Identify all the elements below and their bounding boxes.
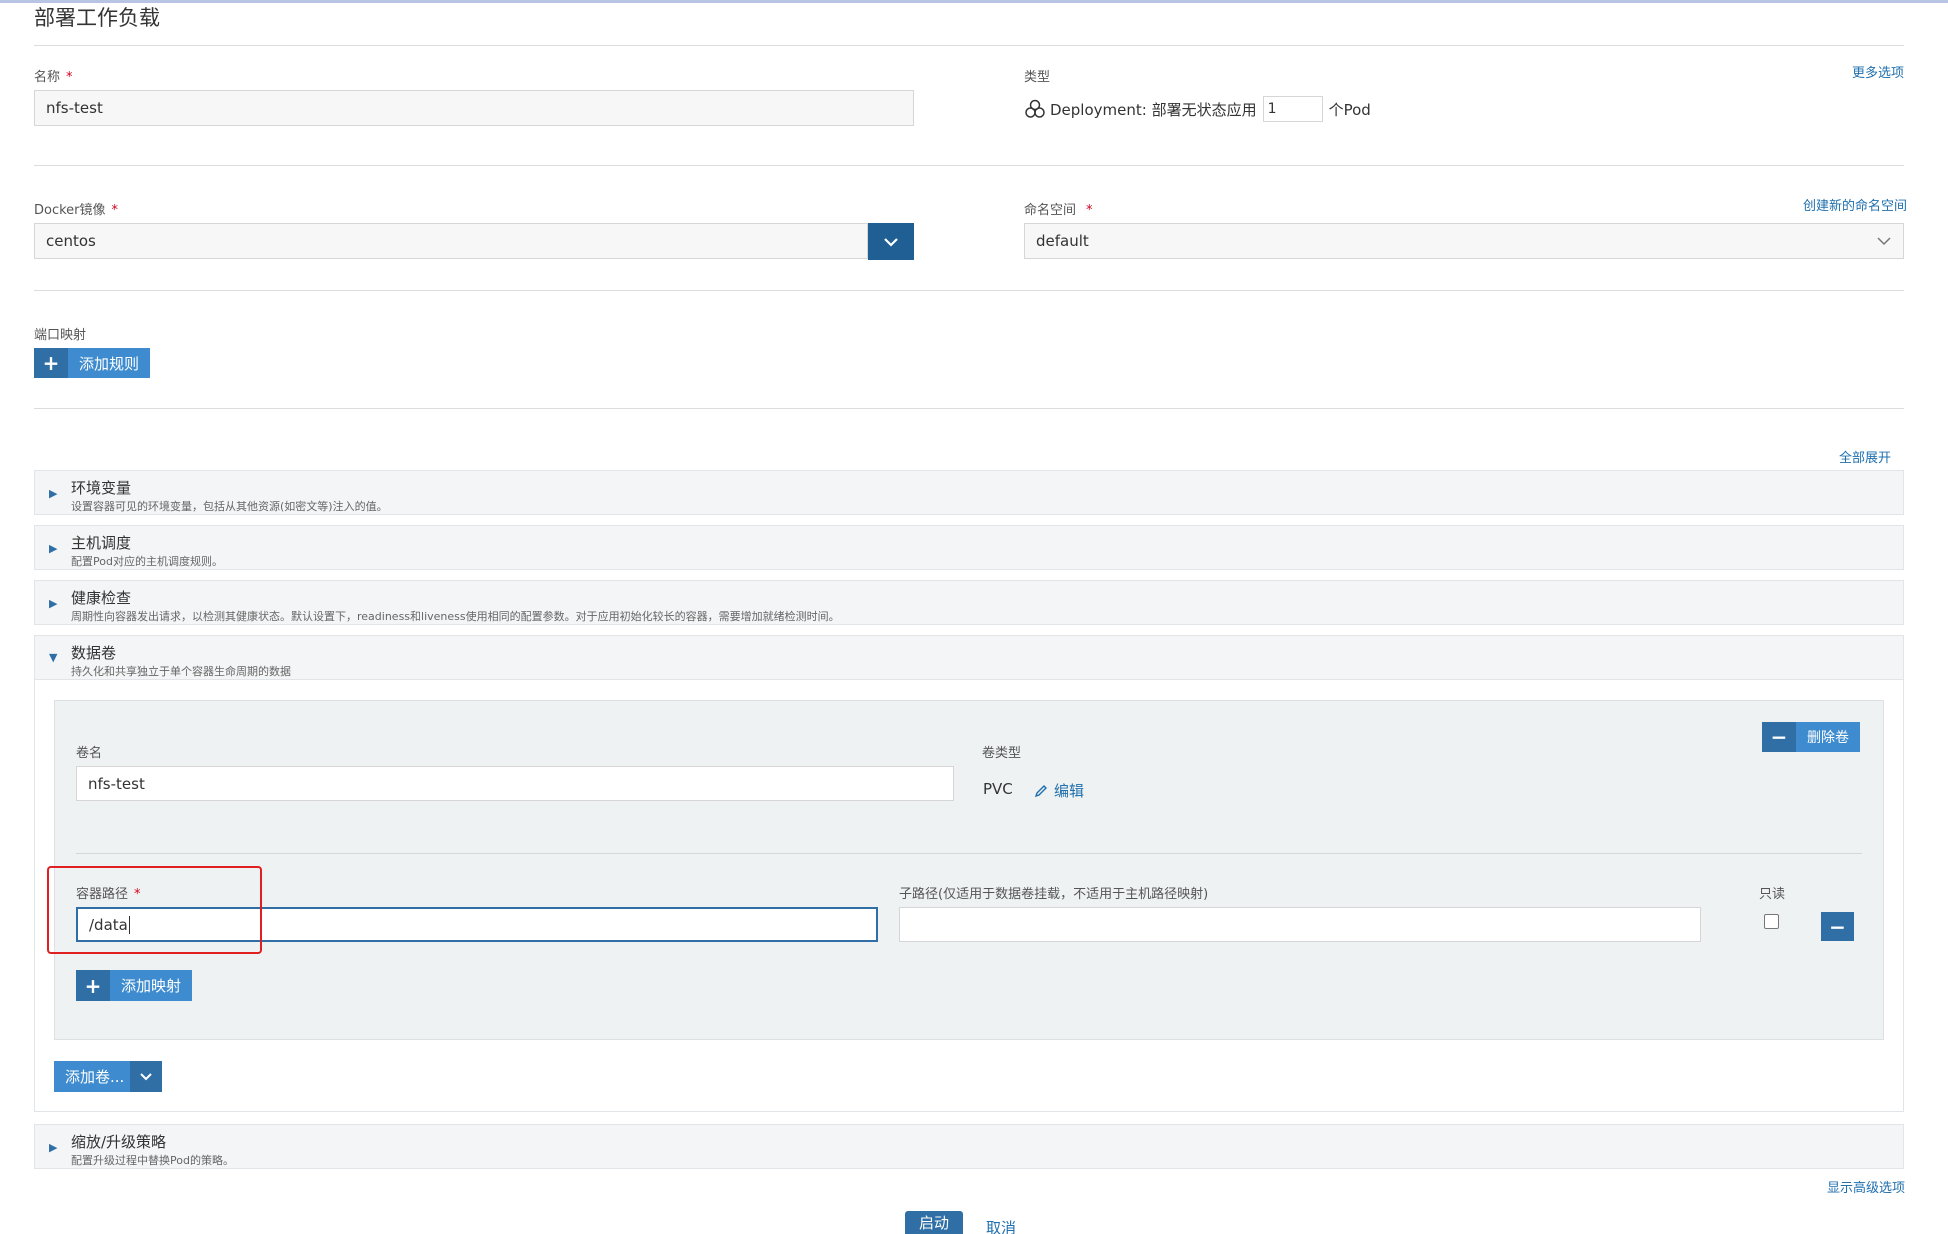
- cancel-link[interactable]: 取消: [986, 1217, 1016, 1234]
- pencil-icon: [1034, 784, 1047, 797]
- divider: [34, 165, 1904, 166]
- remove-volume-button[interactable]: − 删除卷: [1762, 722, 1860, 752]
- sub-path-input[interactable]: [899, 907, 1701, 942]
- caret-right-icon: ▶: [49, 597, 58, 610]
- expand-all-link[interactable]: 全部展开: [1839, 447, 1891, 466]
- highlight-annotation: [47, 866, 262, 954]
- replicas-input[interactable]: 1: [1262, 96, 1323, 122]
- chevron-down-icon: [884, 237, 898, 247]
- section-desc: 配置升级过程中替换Pod的策略。: [71, 1154, 234, 1167]
- plus-icon: +: [34, 348, 68, 378]
- plus-icon: +: [76, 970, 110, 1001]
- volume-type-label: 卷类型: [982, 746, 1022, 761]
- section-host-scheduling[interactable]: ▶ 主机调度 配置Pod对应的主机调度规则。: [34, 525, 1904, 570]
- section-desc: 配置Pod对应的主机调度规则。: [71, 555, 223, 568]
- add-rule-button[interactable]: + 添加规则: [34, 348, 151, 378]
- section-volumes[interactable]: ▼ 数据卷 持久化和共享独立于单个容器生命周期的数据: [34, 635, 1904, 680]
- section-title: 环境变量: [71, 479, 132, 497]
- add-mapping-button[interactable]: + 添加映射: [76, 970, 193, 1001]
- name-input[interactable]: nfs-test: [34, 90, 914, 126]
- name-label: 名称 *: [34, 70, 73, 85]
- section-env-vars[interactable]: ▶ 环境变量 设置容器可见的环境变量，包括从其他资源(如密文等)注入的值。: [34, 470, 1904, 515]
- divider: [34, 45, 1904, 46]
- add-volume-dropdown[interactable]: 添加卷...: [54, 1061, 163, 1092]
- section-title: 数据卷: [71, 644, 117, 662]
- divider: [34, 290, 1904, 291]
- minus-icon: −: [1829, 914, 1846, 939]
- volume-name-label: 卷名: [76, 746, 103, 761]
- type-label: 类型: [1024, 70, 1051, 85]
- caret-right-icon: ▶: [49, 1141, 58, 1154]
- pod-suffix: 个Pod: [1328, 100, 1371, 119]
- section-scale-upgrade[interactable]: ▶ 缩放/升级策略 配置升级过程中替换Pod的策略。: [34, 1124, 1904, 1169]
- volume-name-input[interactable]: nfs-test: [76, 766, 954, 801]
- divider: [34, 408, 1904, 409]
- page-title: 部署工作负载: [34, 6, 160, 30]
- namespace-value: default: [1036, 232, 1089, 250]
- readonly-checkbox[interactable]: [1764, 914, 1779, 929]
- docker-image-dropdown-button[interactable]: [868, 223, 914, 260]
- caret-down-icon: ▼: [49, 651, 58, 664]
- section-title: 健康检查: [71, 589, 132, 607]
- chevron-down-icon: [1877, 237, 1891, 246]
- section-health-check[interactable]: ▶ 健康检查 周期性向容器发出请求，以检测其健康状态。默认设置下，readine…: [34, 580, 1904, 625]
- caret-right-icon: ▶: [49, 542, 58, 555]
- volume-type-value: PVC: [983, 780, 1013, 798]
- show-advanced-link[interactable]: 显示高级选项: [1827, 1177, 1905, 1196]
- namespace-label: 命名空间 *: [1024, 203, 1093, 218]
- remove-mapping-button[interactable]: −: [1821, 912, 1854, 941]
- section-desc: 设置容器可见的环境变量，包括从其他资源(如密文等)注入的值。: [71, 500, 388, 513]
- volume-card: [54, 700, 1884, 1040]
- top-accent-line: [0, 0, 1948, 3]
- launch-button[interactable]: 启动: [905, 1211, 963, 1234]
- minus-icon: −: [1762, 722, 1796, 752]
- section-title: 主机调度: [71, 534, 132, 552]
- chevron-down-icon: [130, 1061, 163, 1092]
- divider: [76, 853, 1862, 854]
- namespace-select[interactable]: default: [1024, 223, 1904, 259]
- deployment-type-row: Deployment: 部署无状态应用 1 个Pod: [1024, 96, 1371, 122]
- edit-volume-link[interactable]: 编辑: [1034, 780, 1084, 801]
- section-desc: 持久化和共享独立于单个容器生命周期的数据: [71, 665, 291, 678]
- docker-image-label: Docker镜像 *: [34, 203, 119, 218]
- more-options-link[interactable]: 更多选项: [1852, 62, 1904, 81]
- port-mapping-label: 端口映射: [34, 328, 87, 343]
- create-namespace-link[interactable]: 创建新的命名空间: [1803, 195, 1907, 214]
- deployment-type-text: Deployment: 部署无状态应用: [1050, 100, 1257, 119]
- deployment-icon: [1024, 98, 1046, 120]
- section-desc: 周期性向容器发出请求，以检测其健康状态。默认设置下，readiness和live…: [71, 610, 840, 623]
- readonly-label: 只读: [1759, 887, 1786, 902]
- section-title: 缩放/升级策略: [71, 1133, 167, 1151]
- caret-right-icon: ▶: [49, 487, 58, 500]
- sub-path-label: 子路径(仅适用于数据卷挂载，不适用于主机路径映射): [899, 887, 1209, 902]
- docker-image-input[interactable]: centos: [34, 223, 868, 259]
